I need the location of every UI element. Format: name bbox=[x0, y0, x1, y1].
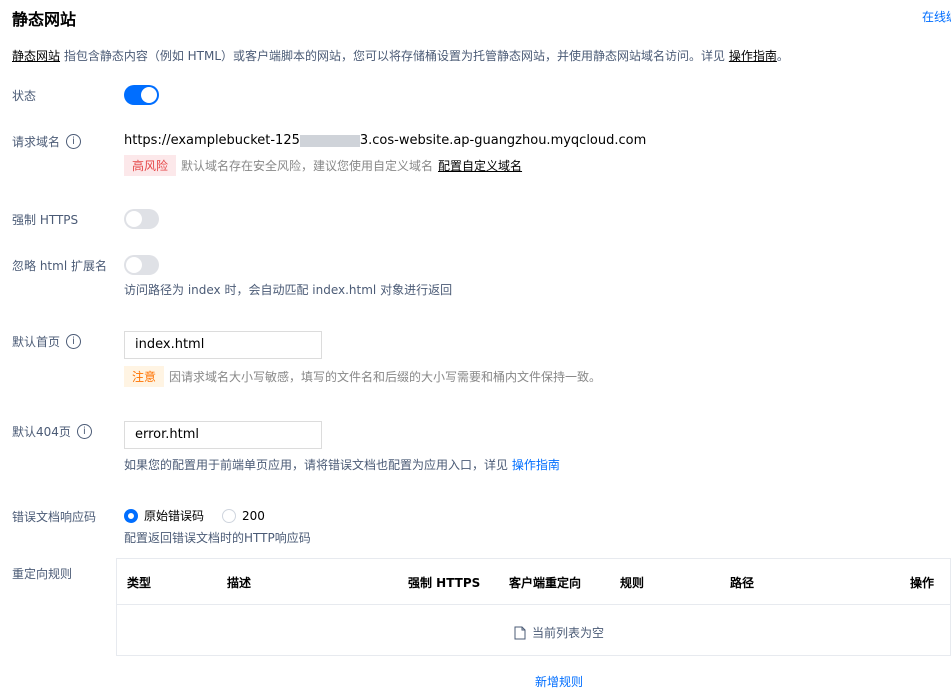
add-rule-button[interactable]: 新增规则 bbox=[535, 673, 583, 690]
radio-200-label[interactable]: 200 bbox=[242, 509, 265, 523]
ignore-ext-toggle[interactable] bbox=[124, 255, 159, 275]
column-header-client-redirect: 客户端重定向 bbox=[509, 576, 582, 590]
domain-url-suffix: 3.cos-website.ap-guangzhou.myqcloud.com bbox=[359, 133, 647, 148]
radio-original-code-label[interactable]: 原始错误码 bbox=[144, 507, 204, 524]
error-page-hint: 如果您的配置用于前端单页应用，请将错误文档也配置为应用入口，详见 操作指南 bbox=[124, 456, 560, 473]
status-toggle[interactable] bbox=[124, 85, 159, 105]
document-icon bbox=[514, 626, 526, 639]
radio-original-code[interactable] bbox=[124, 508, 138, 523]
ignore-ext-label-text: 忽略 html 扩展名 bbox=[12, 259, 107, 273]
page-title: 静态网站 bbox=[12, 10, 77, 29]
status-label: 状态 bbox=[12, 87, 36, 104]
empty-text: 当前列表为空 bbox=[532, 626, 605, 640]
error-page-input[interactable]: error.html bbox=[124, 421, 322, 449]
info-icon[interactable]: i bbox=[66, 334, 82, 349]
column-header-path: 路径 bbox=[730, 576, 755, 590]
redirect-label-text: 重定向规则 bbox=[12, 567, 73, 581]
ignore-ext-label: 忽略 html 扩展名 bbox=[12, 257, 107, 274]
index-page-label: 默认首页 i bbox=[12, 333, 82, 350]
description-suffix: 。 bbox=[776, 49, 789, 63]
error-page-hint-text: 如果您的配置用于前端单页应用，请将错误文档也配置为应用入口，详见 bbox=[124, 458, 512, 472]
error-code-label: 错误文档响应码 bbox=[12, 508, 96, 525]
ignore-ext-hint: 访问路径为 index 时，会自动匹配 index.html 对象进行返回 bbox=[124, 283, 453, 297]
index-page-note-row: 注意 因请求域名大小写敏感，填写的文件名和后缀的大小写需要和桶内文件保持一致。 bbox=[124, 366, 601, 387]
radio-200[interactable] bbox=[222, 508, 237, 523]
column-header-description: 描述 bbox=[227, 576, 252, 590]
risk-badge: 高风险 bbox=[124, 155, 177, 176]
error-page-label-text: 默认404页 bbox=[12, 425, 71, 439]
redaction-mask bbox=[299, 134, 360, 147]
toggle-knob bbox=[141, 87, 157, 103]
table-header: 类型 描述 强制 HTTPS 客户端重定向 规则 路径 操作 bbox=[117, 559, 950, 605]
error-page-label: 默认404页 i bbox=[12, 423, 92, 440]
force-https-label-text: 强制 HTTPS bbox=[12, 213, 79, 227]
static-website-link[interactable]: 静态网站 bbox=[12, 49, 60, 63]
domain-url-prefix: https://examplebucket-125 bbox=[124, 133, 300, 148]
domain-label-text: 请求域名 bbox=[12, 135, 61, 149]
redirect-table: 类型 描述 强制 HTTPS 客户端重定向 规则 路径 操作 当前列表为空 bbox=[116, 558, 951, 656]
error-code-label-text: 错误文档响应码 bbox=[12, 510, 97, 524]
force-https-toggle[interactable] bbox=[124, 209, 159, 229]
error-code-hint: 配置返回错误文档时的HTTP响应码 bbox=[124, 531, 311, 545]
column-header-force-https: 强制 HTTPS bbox=[408, 576, 481, 590]
toggle-knob bbox=[126, 257, 142, 273]
column-header-actions: 操作 bbox=[910, 576, 935, 590]
column-header-type: 类型 bbox=[127, 576, 152, 590]
empty-state: 当前列表为空 bbox=[514, 624, 604, 641]
info-icon[interactable]: i bbox=[76, 424, 92, 439]
info-icon[interactable]: i bbox=[66, 134, 82, 149]
guide-link[interactable]: 操作指南 bbox=[729, 49, 777, 63]
column-header-rule: 规则 bbox=[620, 576, 645, 590]
online-edit-link[interactable]: 在线编 bbox=[922, 8, 951, 25]
error-code-radio-group: 原始错误码 200 bbox=[124, 507, 265, 524]
risk-text: 默认域名存在安全风险，建议您使用自定义域名 bbox=[181, 159, 434, 173]
description-text: 指包含静态内容（例如 HTML）或客户端脚本的网站，您可以将存储桶设置为托管静态… bbox=[60, 49, 729, 63]
index-page-label-text: 默认首页 bbox=[12, 335, 61, 349]
custom-domain-link[interactable]: 配置自定义域名 bbox=[438, 157, 522, 174]
index-page-note-text: 因请求域名大小写敏感，填写的文件名和后缀的大小写需要和桶内文件保持一致。 bbox=[169, 370, 602, 384]
toggle-knob bbox=[126, 211, 142, 227]
index-page-input[interactable]: index.html bbox=[124, 331, 322, 359]
redirect-label: 重定向规则 bbox=[12, 565, 72, 582]
domain-label: 请求域名 i bbox=[12, 133, 82, 150]
force-https-label: 强制 HTTPS bbox=[12, 211, 78, 228]
description: 静态网站 指包含静态内容（例如 HTML）或客户端脚本的网站，您可以将存储桶设置… bbox=[12, 47, 789, 64]
domain-risk-row: 高风险 默认域名存在安全风险，建议您使用自定义域名 配置自定义域名 bbox=[124, 155, 522, 176]
note-badge: 注意 bbox=[124, 366, 165, 387]
error-page-guide-link[interactable]: 操作指南 bbox=[512, 458, 560, 472]
domain-url: https://examplebucket-125 3.cos-website.a… bbox=[124, 133, 646, 148]
status-label-text: 状态 bbox=[12, 89, 37, 103]
